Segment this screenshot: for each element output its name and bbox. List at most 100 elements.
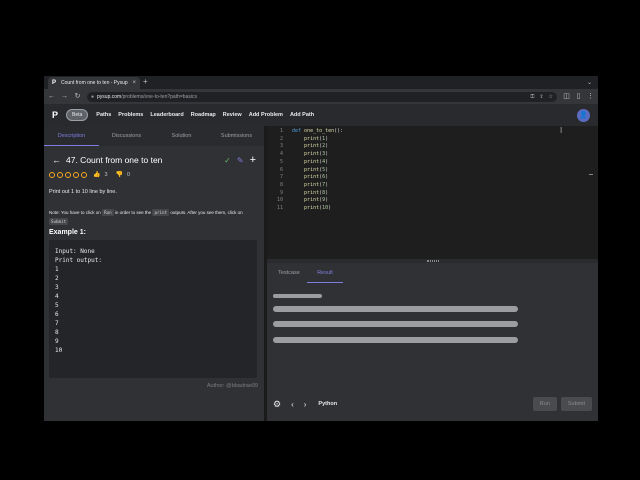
new-tab-button[interactable]: +	[143, 78, 148, 86]
rating-star-icon[interactable]	[57, 171, 63, 178]
code-line[interactable]: 10 print(9)	[267, 197, 587, 205]
example-line: Print output:	[55, 257, 102, 264]
code-line[interactable]: 6 print(5)	[267, 167, 587, 175]
rating-star-icon[interactable]	[65, 171, 71, 178]
code-text: print(5)	[304, 166, 329, 173]
site-navbar: P Beta Paths Problems Leaderboard Roadma…	[44, 104, 598, 126]
loading-skeleton	[273, 321, 518, 327]
submit-chip: Submit	[49, 218, 69, 225]
user-avatar-icon[interactable]: 👤	[577, 108, 590, 122]
code-line[interactable]: 9 print(8)	[267, 190, 587, 198]
example-box: Input: None Print output: 1 2 3 4 5 6 7 …	[49, 240, 257, 378]
line-number: 10	[276, 197, 283, 204]
loading-skeleton	[273, 337, 518, 343]
code-text: print(2)	[304, 143, 329, 150]
line-number: 9	[279, 189, 283, 196]
nav-paths[interactable]: Paths	[96, 112, 111, 118]
nav-roadmap[interactable]: Roadmap	[191, 112, 216, 118]
drag-handle-icon[interactable]	[427, 260, 439, 262]
example-line: 10	[55, 347, 63, 354]
sidepanel-icon[interactable]: ▯	[575, 93, 582, 100]
next-arrow-icon[interactable]: ›	[304, 400, 307, 409]
problem-panel: Description Discussions Solution Submiss…	[44, 126, 264, 421]
tab-description[interactable]: Description	[44, 126, 99, 146]
nav-add-problem[interactable]: Add Problem	[249, 112, 283, 118]
browser-toolbar: ← → ↻ ● pysup.com/problems/one-to-ten?pa…	[44, 89, 598, 104]
code-text: print(9)	[304, 197, 329, 204]
dislike-count: 0	[127, 171, 131, 178]
code-line[interactable]: 3 print(2)	[267, 143, 587, 151]
example-heading: Example 1:	[49, 229, 86, 236]
code-line[interactable]: 1 def one_to_ten():	[267, 128, 587, 136]
tab-search-icon[interactable]: ⌄	[587, 79, 592, 86]
key-icon[interactable]: ⚿	[531, 94, 535, 100]
submit-button[interactable]: Submit	[560, 397, 592, 411]
browser-tab[interactable]: P Count from one to ten - Pysup ×	[48, 77, 140, 89]
line-number: 2	[279, 135, 283, 142]
tab-submissions[interactable]: Submissions	[209, 126, 264, 146]
tab-discussions[interactable]: Discussions	[99, 126, 154, 146]
bookmark-star-icon[interactable]: ☆	[549, 94, 553, 100]
address-bar[interactable]: ● pysup.com/problems/one-to-ten?path=bas…	[87, 91, 557, 102]
code-line[interactable]: 11 print(10)	[267, 205, 587, 213]
code-text: print(3)	[304, 151, 329, 158]
code-line[interactable]: 2 print(1)	[267, 136, 587, 144]
tab-result[interactable]: Result	[307, 263, 343, 283]
menu-icon[interactable]: ⋮	[587, 93, 594, 100]
problem-header: ← 47. Count from one to ten ✓ ✎ +	[52, 154, 256, 166]
tab-solution[interactable]: Solution	[154, 126, 209, 146]
nav-leaderboard[interactable]: Leaderboard	[150, 112, 183, 118]
console-panel: Testcase Result ⚙ ‹ › Python Run Submit	[267, 263, 598, 421]
nav-add-path[interactable]: Add Path	[290, 112, 314, 118]
prev-arrow-icon[interactable]: ‹	[291, 400, 294, 409]
rating-star-icon[interactable]	[73, 171, 79, 178]
code-line[interactable]: 5 print(4)	[267, 159, 587, 167]
pysup-logo[interactable]: P	[52, 110, 62, 120]
line-number: 7	[279, 174, 283, 181]
code-text: print(6)	[304, 174, 329, 181]
rating-star-icon[interactable]	[81, 171, 87, 178]
nav-problems[interactable]: Problems	[118, 112, 143, 118]
reload-icon[interactable]: ↻	[74, 93, 81, 100]
text-cursor-icon: I	[560, 126, 563, 135]
extensions-icon[interactable]: ◫	[563, 93, 570, 100]
favicon-icon: P	[52, 80, 57, 86]
settings-gear-icon[interactable]: ⚙	[273, 399, 281, 410]
tab-strip: P Count from one to ten - Pysup × + ⌄	[44, 76, 598, 89]
loading-skeleton	[273, 294, 322, 298]
run-button[interactable]: Run	[532, 397, 557, 411]
rating-star-icon[interactable]	[49, 171, 55, 178]
back-arrow-icon[interactable]: ←	[52, 155, 61, 165]
thumbs-down-icon[interactable]: 👎	[116, 171, 123, 178]
back-arrow-icon[interactable]: ←	[48, 93, 55, 100]
example-line: 3	[55, 284, 59, 291]
line-number: 8	[279, 181, 283, 188]
author-credit[interactable]: Author: @bbadrae99	[207, 383, 258, 389]
add-plus-icon[interactable]: +	[250, 155, 256, 166]
share-icon[interactable]: ⇪	[539, 94, 543, 100]
forward-arrow-icon[interactable]: →	[61, 93, 68, 100]
solved-check-icon: ✓	[224, 155, 231, 165]
rating-row: 👍 3 👎 0	[49, 171, 130, 178]
code-text: print(10)	[304, 205, 332, 211]
tab-testcase[interactable]: Testcase	[271, 263, 307, 283]
scrollbar-marker	[589, 174, 593, 175]
example-line: 1	[55, 266, 59, 273]
like-count: 3	[104, 171, 108, 178]
edit-pencil-icon[interactable]: ✎	[237, 156, 244, 165]
language-label[interactable]: Python	[318, 401, 337, 407]
console-tabs: Testcase Result	[267, 263, 598, 283]
code-line[interactable]: 8 print(7)	[267, 182, 587, 190]
beta-badge: Beta	[66, 109, 89, 121]
thumbs-up-icon[interactable]: 👍	[93, 171, 100, 178]
code-line[interactable]: 7 print(6)	[267, 174, 587, 182]
example-line: 9	[55, 338, 59, 345]
nav-review[interactable]: Review	[223, 112, 242, 118]
code-line[interactable]: 4 print(3)	[267, 151, 587, 159]
run-chip: Run	[102, 209, 114, 216]
close-tab-icon[interactable]: ×	[132, 80, 136, 86]
tab-title: Count from one to ten - Pysup	[61, 80, 128, 86]
run-note: Note: You have to click on Run in order …	[49, 209, 243, 225]
code-editor[interactable]: 1 def one_to_ten(): 2 print(1) 3 print(2) 4 …	[267, 126, 598, 259]
example-line: 8	[55, 329, 59, 336]
